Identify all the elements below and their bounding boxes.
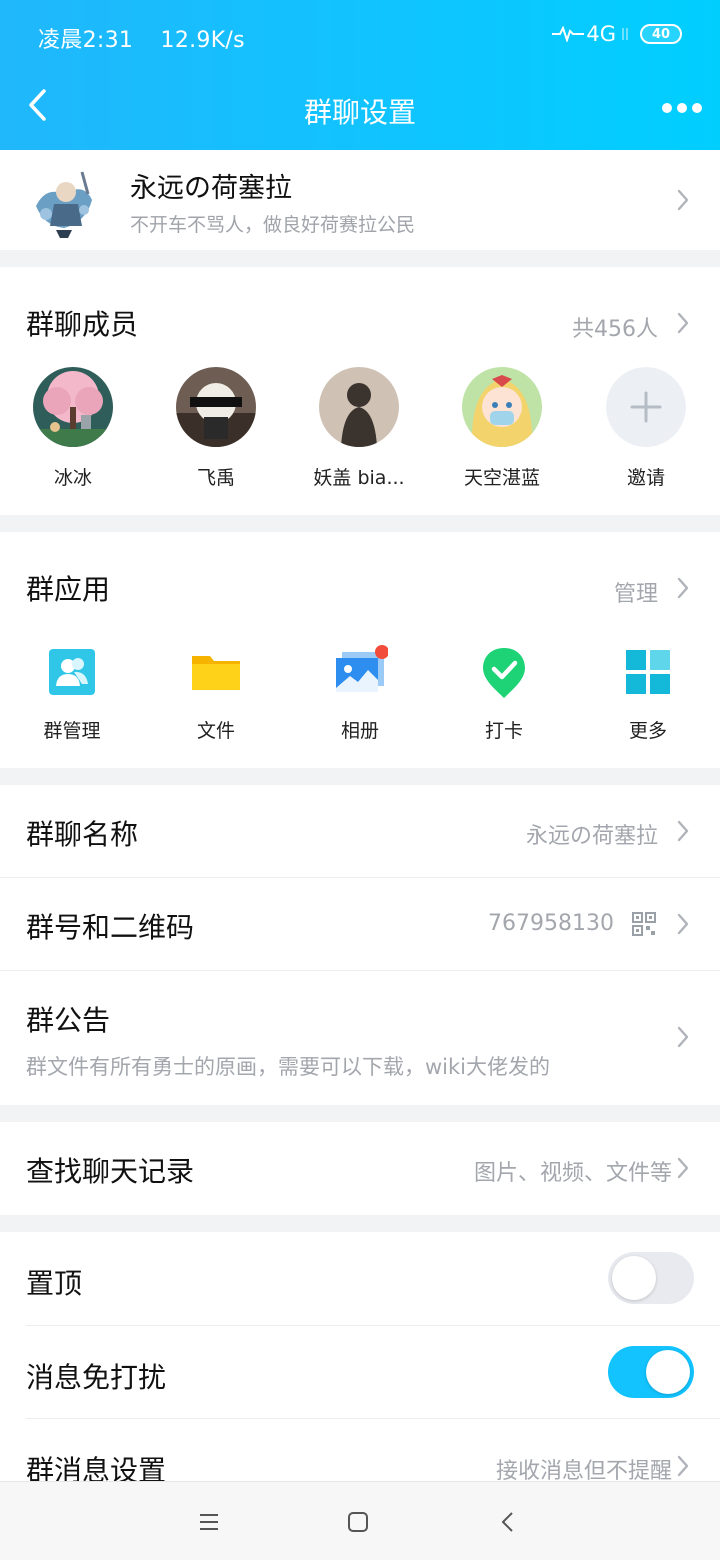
row-value: 永远の荷塞拉 [525, 824, 658, 849]
row-value: 接收消息但不提醒 [495, 1459, 672, 1481]
toggle-knob [612, 1256, 656, 1300]
member-item[interactable]: 妖盖 bia... [304, 367, 414, 490]
folder-icon [188, 644, 244, 700]
pin-toggle[interactable] [608, 1252, 694, 1304]
row-value: 图片、视频、文件等 [473, 1161, 672, 1186]
status-bar-left: 凌晨2:31 12.9K/s [38, 22, 245, 54]
message-settings-card: 置顶 消息免打扰 群消息设置 接收消息但不提醒 [0, 1232, 720, 1481]
member-avatar [176, 367, 256, 447]
member-name: 飞禹 [196, 467, 235, 489]
back-triangle-icon [502, 1512, 513, 1532]
plus-icon [606, 367, 686, 447]
more-dots-icon [662, 103, 672, 113]
app-files[interactable]: 文件 [161, 644, 271, 743]
group-name-row[interactable]: 群聊名称 永远の荷塞拉 [0, 785, 720, 877]
member-name: 天空湛蓝 [463, 467, 540, 489]
chevron-right-icon [676, 1025, 690, 1049]
menu-button[interactable] [198, 1512, 220, 1536]
album-icon [332, 644, 389, 700]
group-manage-icon [44, 644, 100, 700]
status-bar-right: 4G 40 [552, 22, 682, 46]
group-description: 不开车不骂人，做良好荷赛拉公民 [130, 214, 416, 236]
member-name: 妖盖 bia... [313, 467, 405, 489]
row-label: 群消息设置 [26, 1454, 167, 1481]
member-item[interactable]: 冰冰 [18, 367, 128, 490]
app-label: 群管理 [43, 720, 101, 742]
app-album[interactable]: 相册 [305, 644, 415, 743]
system-nav-bar [0, 1481, 720, 1560]
chevron-right-icon [676, 188, 690, 212]
info-settings-card: 群聊名称 永远の荷塞拉 群号和二维码 767958130 群公告 群文件有所有勇… [0, 785, 720, 1105]
announcement-text: 群文件有所有勇士的原画，需要可以下载，wiki大佬发的 [26, 1055, 551, 1079]
system-back-button[interactable] [500, 1510, 516, 1538]
app-more[interactable]: 更多 [593, 644, 703, 743]
chevron-right-icon[interactable] [676, 311, 690, 335]
network-type: 4G [586, 22, 616, 46]
search-history-row[interactable]: 查找聊天记录 图片、视频、文件等 [0, 1122, 720, 1215]
chevron-right-icon [676, 1156, 690, 1180]
members-count[interactable]: 共456人 [572, 311, 658, 343]
group-id-row[interactable]: 群号和二维码 767958130 [0, 878, 720, 970]
home-button[interactable] [347, 1511, 369, 1537]
group-avatar [26, 164, 102, 240]
menu-icon [200, 1514, 218, 1530]
mute-row: 消息免打扰 [0, 1326, 720, 1418]
page-title: 群聊设置 [303, 96, 416, 129]
chevron-right-icon[interactable] [676, 576, 690, 600]
announcement-row[interactable]: 群公告 群文件有所有勇士的原画，需要可以下载，wiki大佬发的 [0, 971, 720, 1105]
app-label: 相册 [340, 720, 379, 742]
member-item[interactable]: 天空湛蓝 [447, 367, 557, 490]
header-bar: 凌晨2:31 12.9K/s 4G 40 群聊设置 [0, 0, 720, 150]
checkin-icon [476, 644, 532, 700]
apps-manage-link[interactable]: 管理 [614, 576, 658, 608]
more-button[interactable] [662, 96, 702, 120]
app-label: 文件 [196, 720, 235, 742]
app-checkin[interactable]: 打卡 [449, 644, 559, 743]
member-item[interactable]: 飞禹 [161, 367, 271, 490]
row-label: 群公告 [26, 1004, 111, 1037]
app-group-manage[interactable]: 群管理 [17, 644, 127, 743]
mute-toggle[interactable] [608, 1346, 694, 1398]
members-title: 群聊成员 [26, 308, 139, 341]
members-card: 群聊成员 共456人 冰冰 飞禹 妖盖 bia... 天空湛蓝 邀请 [0, 267, 720, 515]
status-time: 凌晨2:31 [38, 28, 134, 53]
grid-icon [620, 644, 676, 700]
message-setting-row[interactable]: 群消息设置 接收消息但不提醒 [0, 1419, 720, 1481]
row-label: 消息免打扰 [26, 1361, 167, 1394]
row-label: 群聊名称 [26, 818, 139, 851]
invite-button[interactable]: 邀请 [591, 367, 701, 490]
data-arrows-icon [622, 28, 628, 40]
row-label: 群号和二维码 [26, 911, 195, 944]
member-name: 冰冰 [53, 467, 92, 489]
row-label: 查找聊天记录 [26, 1155, 195, 1188]
chevron-right-icon [676, 1454, 690, 1478]
apps-title: 群应用 [26, 573, 111, 606]
signal-icon [552, 26, 585, 42]
member-avatar [319, 367, 399, 447]
invite-label: 邀请 [626, 467, 665, 489]
chevron-right-icon [676, 912, 690, 936]
member-avatar [33, 367, 113, 447]
qr-code-icon [632, 912, 656, 936]
app-label: 打卡 [484, 720, 523, 742]
group-name: 永远の荷塞拉 [130, 173, 292, 204]
group-info-card[interactable]: 永远の荷塞拉 不开车不骂人，做良好荷赛拉公民 [0, 150, 720, 250]
row-label: 置顶 [26, 1267, 83, 1300]
member-avatar [462, 367, 542, 447]
pin-row: 置顶 [0, 1232, 720, 1324]
group-id-value: 767958130 [488, 911, 614, 936]
home-square-icon [348, 1512, 368, 1532]
toggle-knob [646, 1350, 690, 1394]
chevron-right-icon [676, 819, 690, 843]
status-net-speed: 12.9K/s [160, 28, 245, 53]
battery-indicator: 40 [640, 24, 682, 44]
apps-card: 群应用 管理 群管理 文件 相册 打卡 更多 [0, 532, 720, 768]
app-label: 更多 [628, 720, 667, 742]
